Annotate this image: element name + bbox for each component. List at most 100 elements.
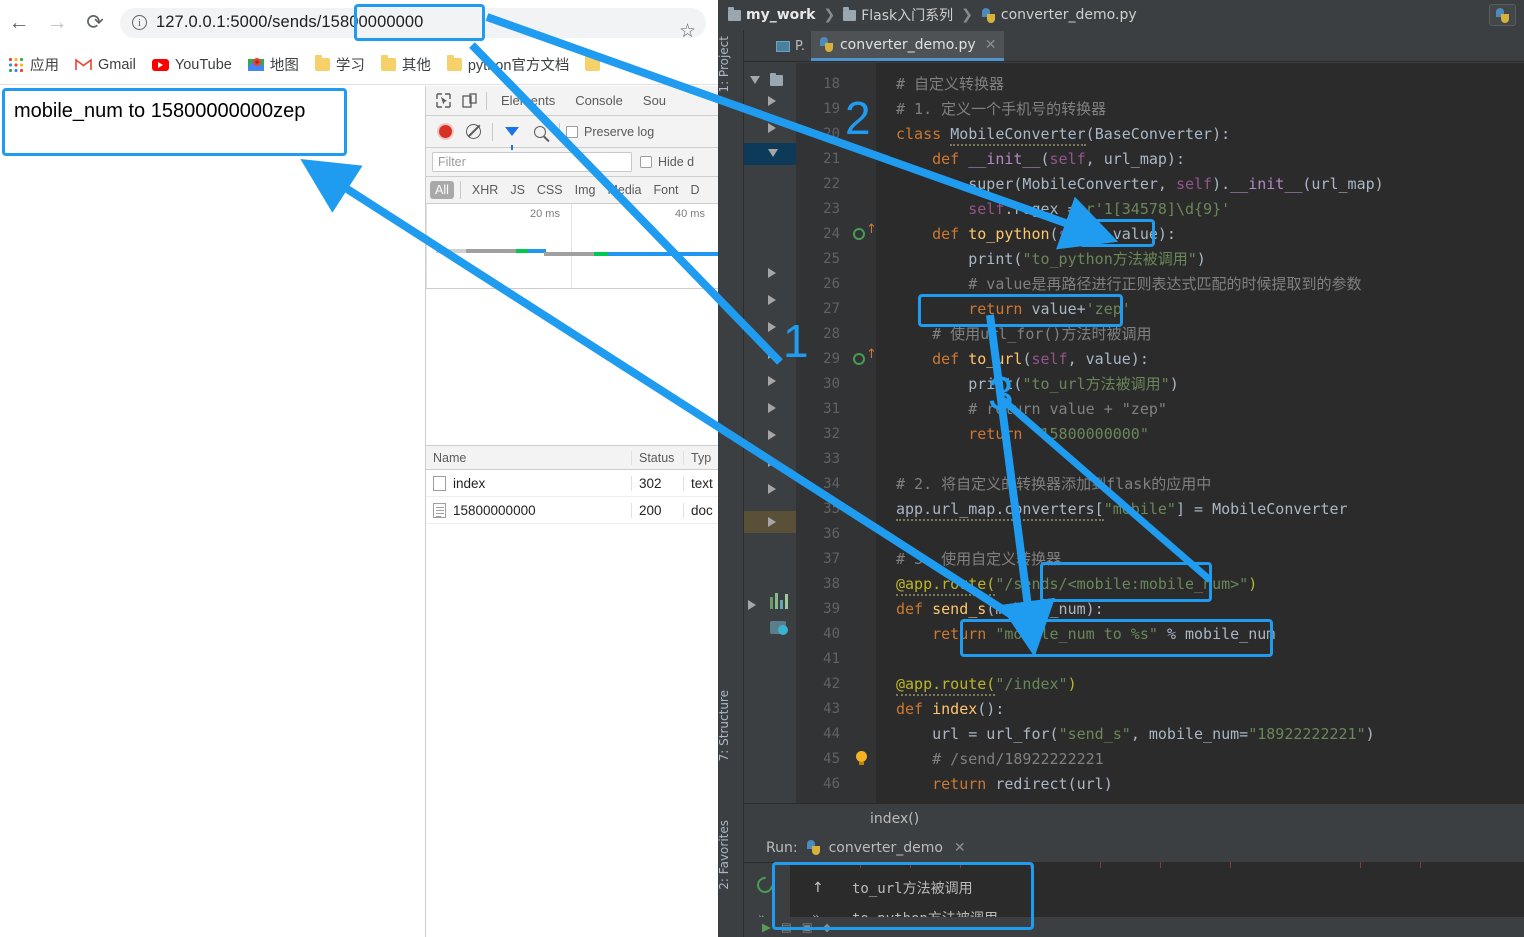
project-tree-gutter[interactable]: [744, 63, 796, 803]
code-line[interactable]: def to_url(self, value):: [896, 347, 1149, 372]
breadcrumb-my-work[interactable]: my_work: [746, 7, 815, 23]
code-editor[interactable]: 18 19 20 21 22 23 24 25 26 27 28 29 30 31 32 33 34 35 36 37…: [744, 63, 1524, 803]
type-filter-doc[interactable]: D: [686, 181, 705, 199]
table-row[interactable]: index 302 text: [426, 470, 718, 497]
bookmark-folder-other[interactable]: 其他: [380, 54, 431, 75]
code-line[interactable]: app.url_map.converters["mobile"] = Mobil…: [896, 497, 1348, 522]
line-number: 27: [823, 301, 840, 317]
code-line[interactable]: return "15800000000": [896, 422, 1149, 447]
status-run-icon[interactable]: ▶: [762, 920, 771, 934]
table-row[interactable]: 15800000000 200 doc: [426, 497, 718, 524]
checkbox-box[interactable]: [640, 156, 652, 168]
bookmark-folder-extra[interactable]: [585, 55, 601, 71]
code-folding-gutter[interactable]: ↑ ↑: [848, 63, 877, 803]
breadcrumb-converter-demo[interactable]: converter_demo.py: [1001, 7, 1137, 23]
line-number: 35: [823, 501, 840, 517]
close-icon[interactable]: ✕: [985, 37, 997, 53]
filter-funnel-icon[interactable]: [499, 119, 525, 150]
info-circle-icon[interactable]: i: [132, 15, 147, 30]
code-line[interactable]: return redirect(url): [896, 772, 1113, 797]
project-tool-tab[interactable]: P.: [770, 31, 811, 61]
run-console-output[interactable]: ↑ » to_url方法被调用 to_python方法被调用: [790, 862, 1524, 927]
code-line[interactable]: # 2. 将自定义的转换器添加到flask的应用中: [896, 472, 1211, 497]
sidebar-item-structure[interactable]: 7: Structure: [717, 690, 731, 761]
sidebar-item-project[interactable]: 1: Project: [717, 36, 731, 93]
tab-console[interactable]: Console: [565, 86, 633, 116]
code-line[interactable]: def index():: [896, 697, 1004, 722]
code-line[interactable]: # 使用url_for()方法时被调用: [896, 322, 1151, 347]
type-filter-img[interactable]: Img: [570, 181, 601, 199]
code-line[interactable]: # /send/18922222221: [896, 747, 1104, 772]
column-header-type[interactable]: Typ: [683, 450, 718, 465]
column-header-name[interactable]: Name: [426, 451, 631, 465]
status-python-console-icon[interactable]: ◆: [823, 920, 832, 934]
code-line[interactable]: super(MobileConverter, self).__init__(ur…: [896, 172, 1383, 197]
breadcrumb-index-function[interactable]: index(): [870, 811, 919, 827]
tab-elements[interactable]: Elements: [491, 86, 565, 116]
bookmark-youtube[interactable]: YouTube: [151, 57, 232, 73]
code-line[interactable]: def to_python(self, value):: [896, 222, 1176, 247]
type-filter-all[interactable]: All: [430, 181, 454, 199]
code-line[interactable]: def send_s(mobile_num):: [896, 597, 1104, 622]
bookmark-label: 其他: [401, 58, 431, 74]
search-icon[interactable]: [527, 119, 553, 145]
close-icon[interactable]: ✕: [954, 840, 966, 856]
reload-button[interactable]: ⟳: [76, 0, 114, 45]
request-name-cell[interactable]: 15800000000: [426, 502, 631, 518]
type-filter-media[interactable]: Media: [602, 181, 646, 199]
scroll-up-icon[interactable]: ↑: [812, 880, 824, 896]
code-line[interactable]: print("to_url方法被调用"): [896, 372, 1178, 397]
type-filter-xhr[interactable]: XHR: [467, 181, 503, 199]
preserve-log-checkbox[interactable]: Preserve log: [566, 125, 654, 139]
line-number: 25: [823, 251, 840, 267]
checkbox-box[interactable]: [566, 125, 578, 138]
status-todo-icon[interactable]: ▣: [802, 920, 813, 934]
inspect-element-icon[interactable]: [430, 88, 456, 114]
type-filter-font[interactable]: Font: [649, 181, 684, 199]
address-bar[interactable]: i 127.0.0.1:5000/sends/15800000000 ☆: [120, 7, 706, 42]
bookmark-label: Gmail: [98, 56, 136, 73]
code-line[interactable]: def __init__(self, url_map):: [896, 147, 1185, 172]
record-icon[interactable]: [432, 119, 458, 145]
type-filter-js[interactable]: JS: [505, 181, 530, 199]
code-line[interactable]: @app.route("/sends/<mobile:mobile_num>"): [896, 572, 1257, 597]
rerun-icon[interactable]: [753, 873, 777, 897]
device-toolbar-icon[interactable]: [456, 88, 482, 114]
bookmark-apps[interactable]: 应用: [8, 54, 59, 75]
star-icon[interactable]: ☆: [679, 20, 696, 43]
code-line[interactable]: # 3. 使用自定义转换器: [896, 547, 1061, 572]
intention-bulb-icon[interactable]: [856, 751, 867, 765]
clear-icon[interactable]: [460, 119, 486, 145]
code-line[interactable]: # 1. 定义一个手机号的转换器: [896, 97, 1106, 122]
sidebar-item-favorites[interactable]: 2: Favorites: [717, 820, 731, 890]
forward-button[interactable]: →: [38, 0, 76, 45]
bookmark-folder-python-docs[interactable]: python官方文档: [446, 54, 569, 75]
tab-sources[interactable]: Sou: [633, 86, 676, 116]
code-line[interactable]: # 自定义转换器: [896, 72, 1004, 97]
type-filter-css[interactable]: CSS: [532, 181, 568, 199]
run-configuration-selector[interactable]: [1489, 4, 1516, 26]
network-overview-timeline[interactable]: 20 ms 40 ms: [426, 204, 718, 289]
filter-input[interactable]: Filter: [432, 152, 632, 172]
bookmark-folder-study[interactable]: 学习: [314, 54, 365, 75]
code-text-area[interactable]: # 自定义转换器 # 1. 定义一个手机号的转换器 class MobileConv…: [876, 63, 1524, 803]
bookmark-maps[interactable]: 地图: [247, 54, 299, 75]
code-line[interactable]: # value是再路径进行正则表达式匹配的时候提取到的参数: [896, 272, 1361, 297]
tab-converter-demo-py[interactable]: converter_demo.py ✕: [810, 31, 1005, 61]
column-header-status[interactable]: Status: [631, 450, 683, 465]
hide-data-urls-checkbox[interactable]: Hide d: [640, 155, 694, 169]
status-terminal-icon[interactable]: ▤: [781, 920, 792, 934]
code-line[interactable]: return "mobile_num to %s" % mobile_num: [896, 622, 1275, 647]
code-line[interactable]: url = url_for("send_s", mobile_num="1892…: [896, 722, 1375, 747]
breadcrumb-flask-series[interactable]: Flask入门系列: [861, 5, 953, 25]
request-name-cell[interactable]: index: [426, 475, 631, 491]
code-line[interactable]: self.regex = r'1[34578]\d{9}': [896, 197, 1230, 222]
code-line[interactable]: class MobileConverter(BaseConverter):: [896, 122, 1230, 147]
run-config-name[interactable]: converter_demo: [829, 840, 943, 856]
code-line[interactable]: return value+'zep': [896, 297, 1131, 322]
code-line[interactable]: # return value + "zep": [896, 397, 1167, 422]
back-button[interactable]: ←: [0, 0, 38, 45]
code-line[interactable]: @app.route("/index"): [896, 672, 1077, 697]
code-line[interactable]: print("to_python方法被调用"): [896, 247, 1206, 272]
bookmark-gmail[interactable]: Gmail: [75, 57, 136, 73]
